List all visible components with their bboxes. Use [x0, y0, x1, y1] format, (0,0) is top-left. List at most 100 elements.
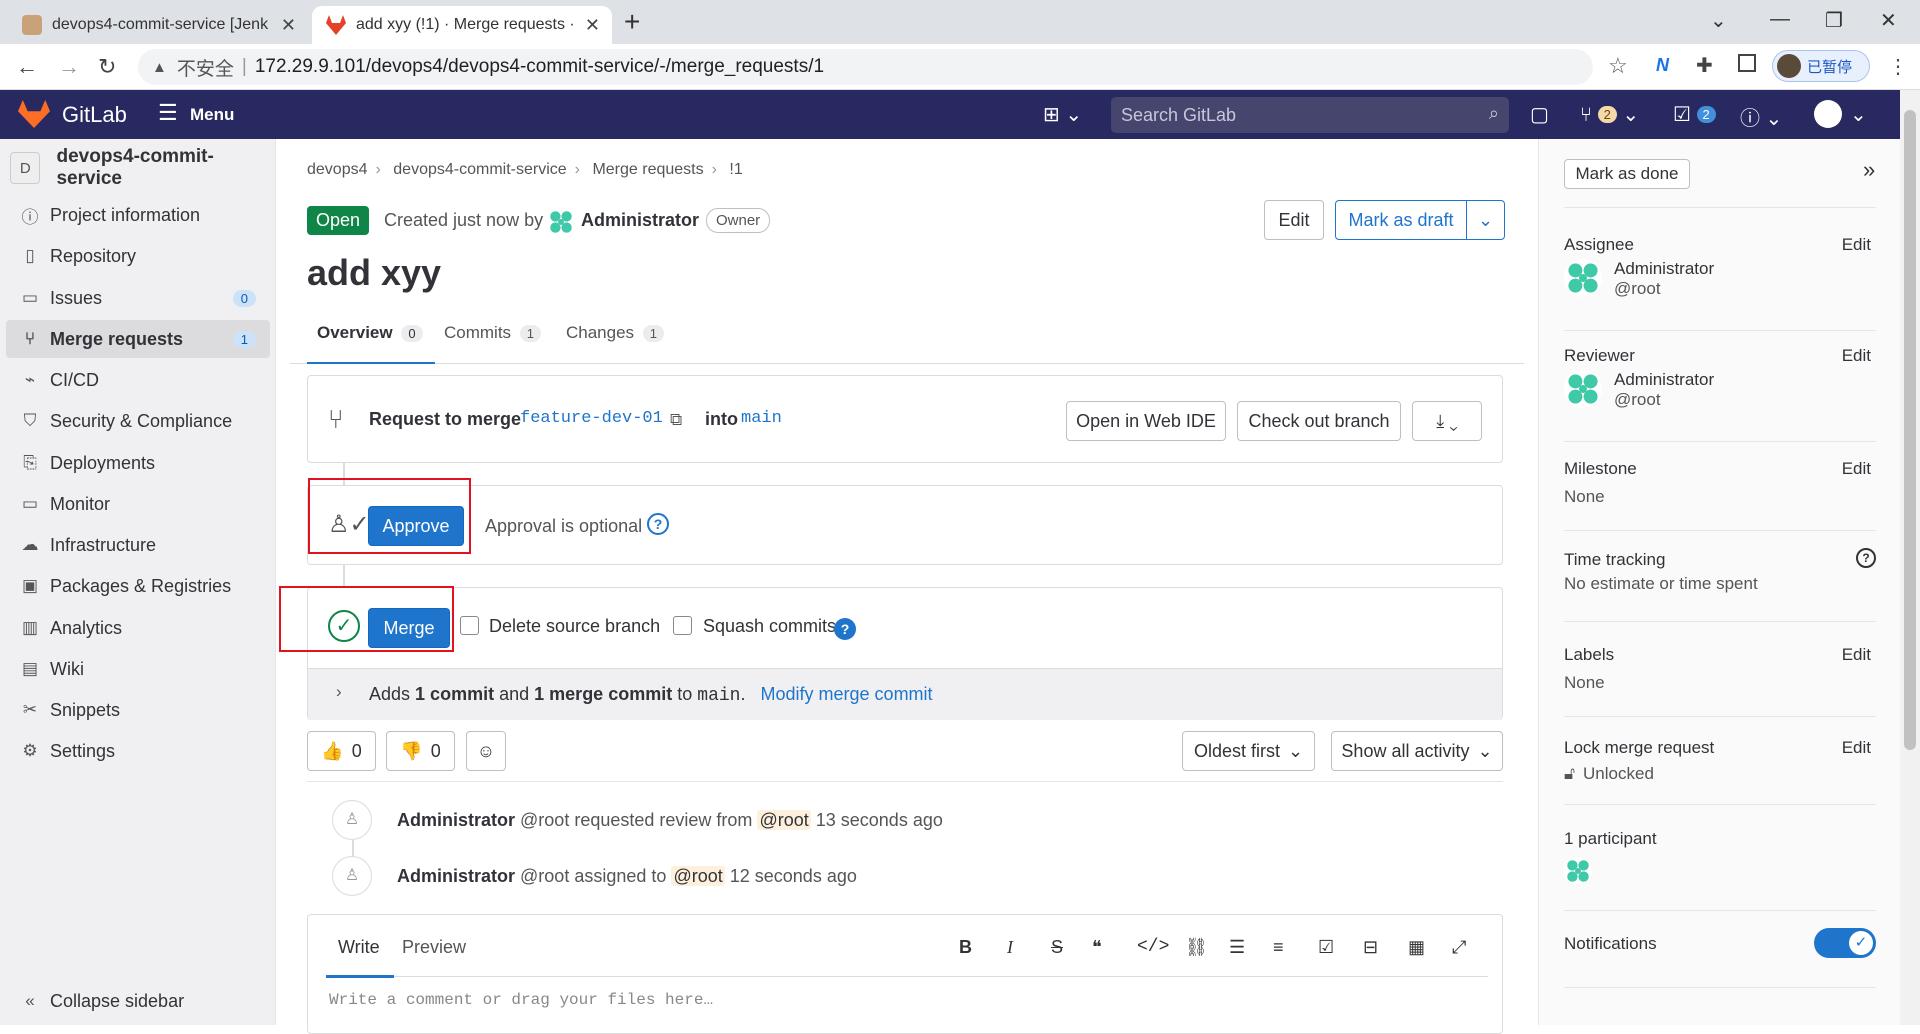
collapsible-icon[interactable]: ⊟	[1363, 937, 1378, 958]
modify-merge-commit-link[interactable]: Modify merge commit	[761, 684, 933, 704]
target-branch-link[interactable]: main	[741, 409, 782, 428]
assignee-avatar[interactable]	[1564, 259, 1602, 297]
sidebar-panel-icon[interactable]	[1738, 54, 1756, 72]
gitlab-logo-icon[interactable]	[18, 100, 50, 128]
sidebar-item-repository[interactable]: ▯ Repository	[6, 237, 270, 275]
activity-user[interactable]: Administrator	[397, 866, 515, 886]
more-actions-chevron-icon[interactable]: ⌄	[1466, 200, 1505, 240]
activity-user[interactable]: Administrator	[397, 810, 515, 830]
search-input[interactable]: Search GitLab ⌕	[1111, 97, 1509, 133]
tab-list-chevron-icon[interactable]: ⌄	[1710, 8, 1727, 33]
bullet-list-icon[interactable]: ☰	[1229, 937, 1245, 958]
reload-icon[interactable]: ↻	[98, 54, 116, 80]
thumbs-up-button[interactable]: 👍 0	[307, 731, 376, 771]
minimize-icon[interactable]: —	[1770, 8, 1790, 31]
sidebar-item-cicd[interactable]: ⌁ CI/CD	[6, 361, 270, 399]
squash-commits-checkbox[interactable]	[673, 616, 692, 635]
assignee-name[interactable]: Administrator	[1614, 259, 1714, 279]
browser-menu-icon[interactable]: ⋮	[1888, 54, 1908, 79]
author-name[interactable]: Administrator	[581, 210, 699, 231]
sidebar-item-settings[interactable]: ⚙ Settings	[6, 732, 270, 770]
create-new-icon[interactable]: ⊞ ⌄	[1043, 102, 1082, 127]
issues-header-icon[interactable]: ▢	[1530, 102, 1549, 127]
bookmark-star-icon[interactable]: ☆	[1608, 53, 1628, 79]
breadcrumb-item[interactable]: Merge requests	[592, 161, 703, 178]
check-out-branch-button[interactable]: Check out branch	[1237, 401, 1401, 441]
browser-tab-jenkins[interactable]: devops4-commit-service [Jenk ✕	[8, 6, 308, 44]
participant-avatar[interactable]	[1564, 857, 1592, 885]
forward-icon[interactable]: →	[58, 54, 80, 80]
window-close-icon[interactable]: ✕	[1880, 8, 1897, 33]
page-scrollbar[interactable]	[1900, 90, 1920, 1025]
time-tracking-help-icon[interactable]: ?	[1856, 548, 1876, 568]
new-tab-icon[interactable]: +	[624, 6, 640, 38]
collapse-sidebar-button[interactable]: « Collapse sidebar	[6, 982, 270, 1020]
labels-edit-button[interactable]: Edit	[1842, 645, 1871, 665]
tab-commits[interactable]: Commits 1	[444, 323, 542, 343]
delete-source-branch-checkbox[interactable]	[460, 616, 479, 635]
close-tab-icon[interactable]: ✕	[281, 15, 296, 36]
help-icon[interactable]: ⓘ ⌄	[1740, 102, 1782, 131]
sidebar-item-monitor[interactable]: ▭ Monitor	[6, 485, 270, 523]
assignee-edit-button[interactable]: Edit	[1842, 235, 1871, 255]
expand-chevron-icon[interactable]: ›	[336, 682, 342, 702]
preview-tab[interactable]: Preview	[402, 937, 466, 958]
sidebar-item-security-compliance[interactable]: ⛉ Security & Compliance	[6, 402, 270, 440]
tab-changes[interactable]: Changes 1	[566, 323, 665, 343]
add-reaction-button[interactable]: ☺	[466, 731, 506, 771]
quote-icon[interactable]: ❝	[1092, 937, 1102, 958]
reviewer-edit-button[interactable]: Edit	[1842, 346, 1871, 366]
hamburger-icon[interactable]: ☰	[158, 100, 178, 126]
strikethrough-icon[interactable]: S	[1051, 937, 1063, 958]
merge-requests-header-icon[interactable]: ⑂ 2 ⌄	[1580, 102, 1639, 127]
download-dropdown[interactable]: ⤓ ⌄	[1412, 401, 1482, 441]
extension-n-icon[interactable]: N	[1656, 55, 1669, 76]
squash-help-icon[interactable]: ?	[834, 618, 856, 640]
extensions-puzzle-icon[interactable]: ✚	[1696, 53, 1713, 78]
sidebar-item-wiki[interactable]: ▤ Wiki	[6, 650, 270, 688]
collapse-right-sidebar-icon[interactable]: »	[1863, 157, 1875, 183]
table-icon[interactable]: ▦	[1408, 937, 1425, 958]
italic-icon[interactable]: I	[1007, 937, 1013, 958]
copy-clipboard-icon[interactable]: ⧉	[670, 410, 682, 430]
breadcrumb-item[interactable]: !1	[729, 161, 742, 178]
mark-as-done-button[interactable]: Mark as done	[1564, 159, 1690, 189]
profile-button[interactable]: 已暂停	[1772, 50, 1870, 82]
sidebar-item-issues[interactable]: ▭ Issues 0	[6, 279, 270, 317]
source-branch-link[interactable]: feature-dev-01	[520, 409, 663, 428]
sidebar-item-project-information[interactable]: ⓘ Project information	[6, 196, 270, 234]
project-header[interactable]: D devops4-commit-service	[10, 146, 268, 189]
code-icon[interactable]: </>	[1137, 937, 1169, 957]
lock-edit-button[interactable]: Edit	[1842, 738, 1871, 758]
notifications-toggle[interactable]: ✓	[1814, 928, 1876, 958]
sidebar-item-deployments[interactable]: ⎘ Deployments	[6, 444, 270, 482]
breadcrumb-item[interactable]: devops4-commit-service	[393, 161, 566, 178]
fullscreen-icon[interactable]: ⤢	[1452, 937, 1466, 958]
link-icon[interactable]: ⛓	[1185, 937, 1208, 958]
activity-filter-dropdown[interactable]: Show all activity ⌄	[1331, 731, 1503, 771]
numbered-list-icon[interactable]: ≡	[1273, 937, 1284, 958]
maximize-icon[interactable]: ❐	[1825, 8, 1843, 33]
sidebar-item-analytics[interactable]: ▥ Analytics	[6, 609, 270, 647]
sidebar-item-snippets[interactable]: ✂ Snippets	[6, 691, 270, 729]
write-tab[interactable]: Write	[338, 937, 380, 958]
open-web-ide-button[interactable]: Open in Web IDE	[1066, 401, 1226, 441]
author-avatar[interactable]	[547, 208, 575, 236]
sidebar-item-merge-requests[interactable]: ⑂ Merge requests 1	[6, 320, 270, 358]
todos-header-icon[interactable]: ☑ 2	[1673, 102, 1716, 127]
user-menu-chevron-icon[interactable]: ⌄	[1850, 102, 1867, 127]
sort-dropdown[interactable]: Oldest first ⌄	[1182, 731, 1315, 771]
breadcrumb-item[interactable]: devops4	[307, 161, 368, 178]
scrollbar-thumb[interactable]	[1904, 110, 1916, 750]
sidebar-item-infrastructure[interactable]: ☁ Infrastructure	[6, 526, 270, 564]
back-icon[interactable]: ←	[16, 54, 38, 80]
url-field[interactable]: ▲ 不安全 | 172.29.9.101/devops4/devops4-com…	[138, 49, 1593, 85]
browser-tab-merge-request[interactable]: add xyy (!1) · Merge requests · ✕	[312, 6, 612, 44]
sidebar-item-packages[interactable]: ▣ Packages & Registries	[6, 567, 270, 605]
tab-overview[interactable]: Overview 0	[317, 323, 423, 343]
comment-input[interactable]: Write a comment or drag your files here…	[329, 991, 713, 1009]
activity-mention[interactable]: @root	[757, 810, 811, 830]
edit-button[interactable]: Edit	[1264, 200, 1324, 240]
milestone-edit-button[interactable]: Edit	[1842, 459, 1871, 479]
reviewer-name[interactable]: Administrator	[1614, 370, 1714, 390]
